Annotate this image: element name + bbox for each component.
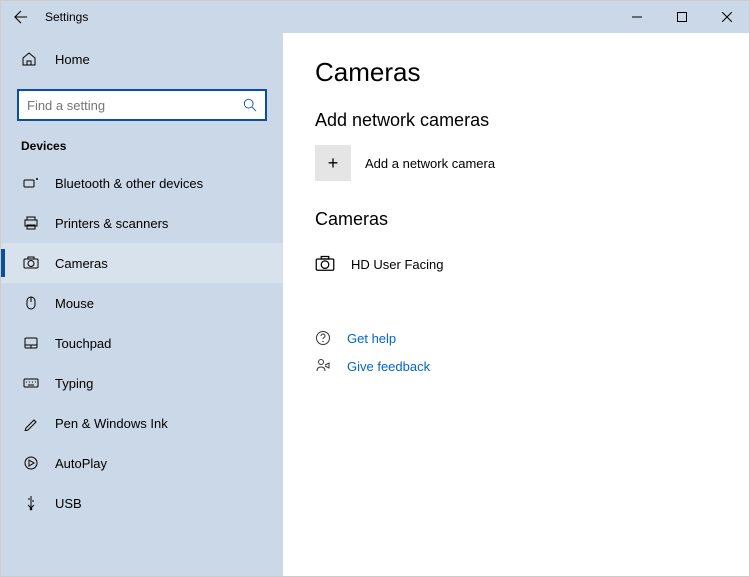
sidebar-item-mouse[interactable]: Mouse [1, 283, 283, 323]
sidebar-item-label: Mouse [55, 296, 94, 311]
keyboard-icon [21, 375, 41, 391]
sidebar-item-label: Cameras [55, 256, 108, 271]
sidebar-item-cameras[interactable]: Cameras [1, 243, 283, 283]
sidebar-home[interactable]: Home [1, 41, 283, 77]
maximize-button[interactable] [659, 1, 704, 33]
settings-window: Settings Home [0, 0, 750, 577]
home-icon [21, 51, 41, 67]
close-icon [722, 12, 732, 22]
section-list-title: Cameras [315, 209, 717, 230]
search-box[interactable] [17, 89, 267, 121]
give-feedback-row[interactable]: Give feedback [315, 352, 717, 380]
sidebar: Home Devices Bluetooth & other devices [1, 33, 283, 576]
sidebar-item-label: USB [55, 496, 82, 511]
back-button[interactable] [1, 10, 41, 24]
minimize-icon [632, 12, 642, 22]
close-button[interactable] [704, 1, 749, 33]
touchpad-icon [21, 335, 41, 351]
window-title: Settings [45, 10, 88, 24]
search-input[interactable] [27, 98, 243, 113]
sidebar-item-pen[interactable]: Pen & Windows Ink [1, 403, 283, 443]
usb-icon [21, 495, 41, 511]
sidebar-item-label: Printers & scanners [55, 216, 168, 231]
sidebar-item-label: AutoPlay [55, 456, 107, 471]
camera-item-name: HD User Facing [351, 257, 443, 272]
arrow-left-icon [14, 10, 28, 24]
pen-icon [21, 415, 41, 431]
sidebar-item-label: Touchpad [55, 336, 111, 351]
sidebar-item-typing[interactable]: Typing [1, 363, 283, 403]
bluetooth-icon [21, 175, 41, 191]
camera-icon [21, 255, 41, 271]
minimize-button[interactable] [614, 1, 659, 33]
camera-list-item[interactable]: HD User Facing [315, 244, 717, 284]
give-feedback-link[interactable]: Give feedback [347, 359, 430, 374]
camera-icon [315, 254, 337, 274]
titlebar: Settings [1, 1, 749, 33]
sidebar-item-autoplay[interactable]: AutoPlay [1, 443, 283, 483]
window-body: Home Devices Bluetooth & other devices [1, 33, 749, 576]
section-add-title: Add network cameras [315, 110, 717, 131]
page-title: Cameras [315, 57, 717, 88]
add-button[interactable]: + [315, 145, 351, 181]
sidebar-item-label: Bluetooth & other devices [55, 176, 203, 191]
search-icon [243, 98, 257, 112]
add-network-camera-label: Add a network camera [365, 156, 495, 171]
get-help-row[interactable]: Get help [315, 324, 717, 352]
sidebar-item-label: Typing [55, 376, 93, 391]
autoplay-icon [21, 455, 41, 471]
sidebar-item-label: Pen & Windows Ink [55, 416, 168, 431]
sidebar-nav: Bluetooth & other devices Printers & sca… [1, 163, 283, 576]
sidebar-home-label: Home [55, 52, 90, 67]
window-controls [614, 1, 749, 33]
sidebar-item-printers[interactable]: Printers & scanners [1, 203, 283, 243]
sidebar-item-bluetooth[interactable]: Bluetooth & other devices [1, 163, 283, 203]
feedback-icon [315, 358, 337, 374]
plus-icon: + [328, 153, 339, 174]
help-icon [315, 330, 337, 346]
content-pane: Cameras Add network cameras + Add a netw… [283, 33, 749, 576]
sidebar-item-touchpad[interactable]: Touchpad [1, 323, 283, 363]
printer-icon [21, 215, 41, 231]
maximize-icon [677, 12, 687, 22]
add-network-camera-row[interactable]: + Add a network camera [315, 145, 717, 181]
sidebar-group-label: Devices [1, 131, 283, 163]
sidebar-item-usb[interactable]: USB [1, 483, 283, 523]
get-help-link[interactable]: Get help [347, 331, 396, 346]
mouse-icon [21, 295, 41, 311]
